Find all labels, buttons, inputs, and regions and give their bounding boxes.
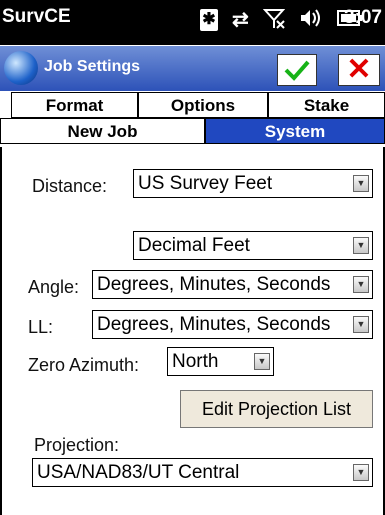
window-title: Job Settings [44,58,141,75]
title-bar: Job Settings [0,46,385,91]
volume-icon[interactable] [299,7,323,33]
projection-label: Projection: [34,435,120,455]
angle-units-dropdown[interactable]: Degrees, Minutes, Seconds ▼ [92,270,373,299]
projection-dropdown[interactable]: USA/NAD83/UT Central ▼ [32,458,373,487]
projection-value: USA/NAD83/UT Central [37,462,240,483]
close-icon: ✕ [346,53,372,86]
edit-projection-list-button[interactable]: Edit Projection List [180,390,373,428]
chevron-down-icon: ▼ [353,175,369,192]
chevron-down-icon: ▼ [353,276,369,293]
sync-icon[interactable]: ⇄ [232,10,249,30]
distance-format-value: Decimal Feet [138,235,250,256]
tab-new-job[interactable]: New Job [0,118,205,144]
tab-strip: Format Options Stake New Job System [0,91,385,147]
ll-units-dropdown[interactable]: Degrees, Minutes, Seconds ▼ [92,310,373,339]
angle-label: Angle: [28,277,80,297]
app-globe-icon [4,51,38,85]
system-settings-panel: Distance: US Survey Feet ▼ Decimal Feet … [0,147,385,515]
checkmark-icon [284,60,310,81]
distance-label: Distance: [32,176,108,196]
app-name: SurvCE [2,6,71,27]
close-button[interactable]: ✕ [338,54,380,86]
status-icons: ✱ ⇄ [200,3,363,37]
tab-options[interactable]: Options [138,92,268,118]
ll-units-value: Degrees, Minutes, Seconds [97,314,331,335]
chevron-down-icon: ▼ [353,464,369,481]
tab-format[interactable]: Format [11,92,138,118]
ok-button[interactable] [277,54,317,86]
clock: 3:07 [343,7,382,28]
distance-units-value: US Survey Feet [138,173,273,194]
distance-format-dropdown[interactable]: Decimal Feet ▼ [133,231,373,260]
tab-stake[interactable]: Stake [268,92,385,118]
chevron-down-icon: ▼ [254,353,270,370]
angle-units-value: Degrees, Minutes, Seconds [97,274,331,295]
zero-azimuth-label: Zero Azimuth: [28,355,140,375]
zero-azimuth-dropdown[interactable]: North ▼ [167,347,274,376]
status-bar: SurvCE ✱ ⇄ 3:07 [0,0,385,45]
chevron-down-icon: ▼ [353,316,369,333]
no-signal-icon[interactable] [262,7,286,33]
ll-label: LL: [28,317,54,337]
chevron-down-icon: ▼ [353,237,369,254]
tab-system[interactable]: System [205,118,385,144]
distance-units-dropdown[interactable]: US Survey Feet ▼ [133,169,373,198]
bluetooth-icon[interactable]: ✱ [200,9,218,31]
zero-azimuth-value: North [172,351,219,372]
